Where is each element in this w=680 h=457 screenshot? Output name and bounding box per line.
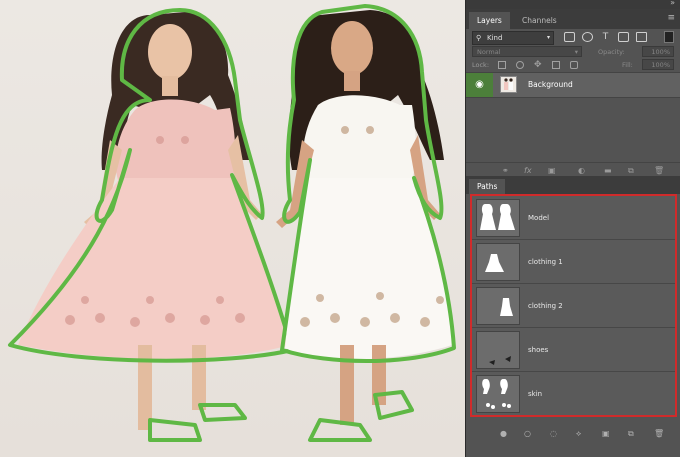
- lock-label: Lock:: [472, 61, 490, 69]
- path-thumbnail: [476, 375, 520, 413]
- folder-icon[interactable]: ▬: [604, 166, 612, 175]
- path-name: Model: [528, 214, 550, 222]
- path-row-shoes[interactable]: shoes: [472, 328, 675, 372]
- fill-path-icon[interactable]: ●: [500, 429, 507, 438]
- fx-icon[interactable]: fx: [524, 166, 532, 175]
- new-layer-icon[interactable]: ⧉: [628, 166, 634, 176]
- lock-artboard-icon[interactable]: [552, 61, 560, 69]
- lock-image-icon[interactable]: [516, 61, 524, 69]
- path-thumbnail: [476, 331, 520, 369]
- layers-panel: » Layers Channels ≡ ⚲ Kind ▾ T Normal ▾ …: [465, 0, 680, 457]
- type-filter-icon[interactable]: T: [600, 32, 611, 42]
- path-row-clothing-1[interactable]: clothing 1: [472, 240, 675, 284]
- path-name: skin: [528, 390, 543, 398]
- filter-kind-label: Kind: [487, 34, 503, 42]
- blend-mode-value: Normal: [477, 48, 501, 56]
- canvas-illustration: [8, 4, 456, 442]
- filter-toggle[interactable]: [664, 31, 674, 43]
- link-icon[interactable]: ⚭: [502, 166, 509, 175]
- tab-layers[interactable]: Layers: [469, 12, 510, 29]
- path-thumbnail-image: [480, 204, 515, 230]
- fill-field[interactable]: 100%: [642, 59, 674, 70]
- path-thumbnail-image: [489, 356, 511, 365]
- trash-icon[interactable]: 🗑: [654, 166, 664, 175]
- paths-tabbar: Paths: [466, 176, 680, 194]
- make-path-icon[interactable]: ⟡: [576, 429, 581, 439]
- paths-list: Model clothing 1 clothing 2 shoes skin: [470, 194, 677, 417]
- path-thumbnail: [476, 243, 520, 281]
- fill-label: Fill:: [622, 61, 633, 69]
- path-thumbnail: [476, 287, 520, 325]
- layers-tabbar: Layers Channels ≡: [466, 9, 680, 29]
- opacity-label: Opacity:: [598, 48, 625, 56]
- search-icon: ⚲: [476, 34, 482, 42]
- left-model: [8, 8, 294, 442]
- layer-filter-row: ⚲ Kind ▾ T: [472, 31, 674, 45]
- mask-icon[interactable]: ▣: [548, 166, 556, 175]
- panel-menu-icon[interactable]: ≡: [667, 13, 675, 23]
- pixel-filter-icon[interactable]: [564, 32, 575, 42]
- filter-kind-select[interactable]: ⚲ Kind ▾: [472, 31, 554, 45]
- chevron-down-icon: ▾: [574, 48, 578, 56]
- path-name: clothing 1: [528, 258, 563, 266]
- path-thumbnail-image: [482, 379, 511, 409]
- tab-channels[interactable]: Channels: [514, 12, 565, 29]
- stroke-path-icon[interactable]: ○: [524, 429, 531, 438]
- tab-paths[interactable]: Paths: [469, 179, 506, 194]
- adjustment-icon[interactable]: ◐: [578, 166, 585, 175]
- blend-mode-select[interactable]: Normal ▾: [472, 46, 582, 57]
- shape-filter-icon[interactable]: [618, 32, 629, 42]
- layer-thumbnail: [500, 76, 517, 93]
- add-mask-icon[interactable]: ▣: [602, 429, 610, 438]
- visibility-eye-icon[interactable]: ◉: [466, 73, 493, 97]
- new-path-icon[interactable]: ⧉: [628, 429, 634, 439]
- load-selection-icon[interactable]: ◌: [550, 429, 557, 438]
- path-thumbnail-image: [500, 298, 513, 316]
- panel-top-strip: »: [466, 0, 680, 9]
- path-name: clothing 2: [528, 302, 563, 310]
- chevron-down-icon: ▾: [546, 34, 550, 41]
- adjustment-filter-icon[interactable]: [582, 32, 593, 42]
- path-row-skin[interactable]: skin: [472, 372, 675, 416]
- trash-icon[interactable]: 🗑: [654, 429, 664, 438]
- layer-name: Background: [528, 80, 573, 89]
- layer-row-background[interactable]: ◉ Background: [466, 72, 680, 98]
- layer-thumbnail-image: [501, 77, 516, 92]
- right-model: [276, 4, 456, 442]
- canvas-image[interactable]: [0, 0, 465, 457]
- lock-row: Lock: ✥ Fill: 100%: [472, 59, 674, 71]
- lock-transparency-icon[interactable]: [498, 61, 506, 69]
- path-thumbnail-image: [485, 254, 504, 272]
- path-row-clothing-2[interactable]: clothing 2: [472, 284, 675, 328]
- collapse-icon[interactable]: »: [670, 0, 675, 7]
- lock-position-icon[interactable]: ✥: [534, 61, 542, 70]
- path-row-model[interactable]: Model: [472, 196, 675, 240]
- smart-object-filter-icon[interactable]: [636, 32, 647, 42]
- paths-footer: ● ○ ◌ ⟡ ▣ ⧉ 🗑: [466, 425, 680, 445]
- lock-all-icon[interactable]: [570, 61, 578, 69]
- opacity-field[interactable]: 100%: [642, 46, 674, 57]
- blend-row: Normal ▾ Opacity: 100%: [472, 46, 674, 58]
- path-thumbnail: [476, 199, 520, 237]
- path-name: shoes: [528, 346, 549, 354]
